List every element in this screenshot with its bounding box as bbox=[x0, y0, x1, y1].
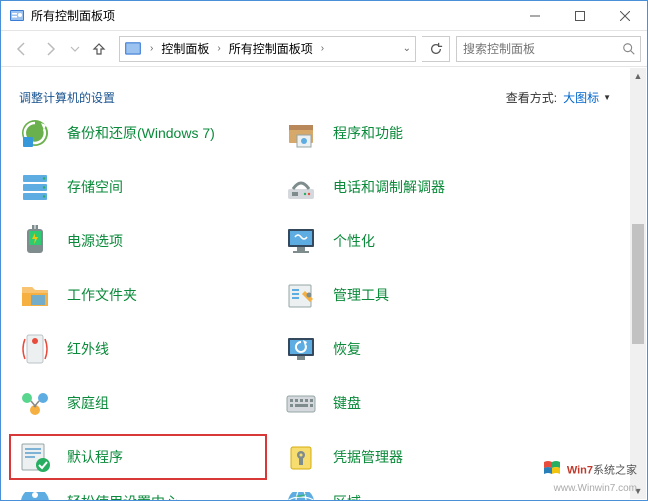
back-button[interactable] bbox=[7, 35, 35, 63]
breadcrumb-dropdown-icon[interactable]: ⌄ bbox=[403, 43, 411, 54]
item-label: 轻松使用设置中心 bbox=[67, 492, 179, 500]
control-panel-item[interactable]: 红外线 bbox=[13, 330, 263, 368]
search-input[interactable] bbox=[463, 37, 618, 61]
search-icon bbox=[622, 42, 636, 59]
minimize-button[interactable] bbox=[512, 1, 557, 30]
page-title: 调整计算机的设置 bbox=[19, 89, 506, 106]
control-panel-item[interactable]: 电话和调制解调器 bbox=[279, 168, 529, 206]
control-panel-item[interactable]: 个性化 bbox=[279, 222, 529, 260]
item-label: 区域 bbox=[333, 492, 361, 500]
default-programs-icon bbox=[17, 439, 53, 475]
forward-button[interactable] bbox=[37, 35, 65, 63]
control-panel-item[interactable]: 恢复 bbox=[279, 330, 529, 368]
item-label: 工作文件夹 bbox=[67, 285, 137, 305]
recent-dropdown[interactable] bbox=[67, 35, 83, 63]
control-panel-icon bbox=[9, 8, 25, 24]
breadcrumb-item[interactable]: 控制面板 bbox=[159, 40, 211, 57]
control-panel-item[interactable]: 区域 bbox=[279, 492, 529, 500]
control-panel-item[interactable]: 电源选项 bbox=[13, 222, 263, 260]
programs-features-icon bbox=[283, 115, 319, 151]
power-options-icon bbox=[17, 223, 53, 259]
search-box[interactable] bbox=[456, 36, 641, 62]
backup-restore-icon bbox=[17, 115, 53, 151]
scrollbar[interactable]: ▲ ▼ bbox=[630, 68, 646, 499]
item-label: 凭据管理器 bbox=[333, 447, 403, 467]
item-label: 个性化 bbox=[333, 231, 375, 251]
nav-bar: › 控制面板 › 所有控制面板项 › ⌄ bbox=[1, 31, 647, 67]
scroll-track[interactable] bbox=[630, 84, 646, 483]
item-label: 程序和功能 bbox=[333, 123, 403, 143]
breadcrumb[interactable]: › 控制面板 › 所有控制面板项 › ⌄ bbox=[119, 36, 416, 62]
scroll-up-button[interactable]: ▲ bbox=[630, 68, 646, 84]
control-panel-item[interactable]: 默认程序 bbox=[13, 438, 263, 476]
control-panel-item[interactable]: 键盘 bbox=[279, 384, 529, 422]
phone-modem-icon bbox=[283, 169, 319, 205]
control-panel-item[interactable]: 管理工具 bbox=[279, 276, 529, 314]
admin-tools-icon bbox=[283, 277, 319, 313]
breadcrumb-item[interactable]: 所有控制面板项 bbox=[227, 40, 315, 57]
work-folders-icon bbox=[17, 277, 53, 313]
refresh-button[interactable] bbox=[422, 36, 450, 62]
window-title: 所有控制面板项 bbox=[31, 7, 512, 24]
control-panel-item[interactable]: 家庭组 bbox=[13, 384, 263, 422]
item-label: 电话和调制解调器 bbox=[333, 177, 445, 197]
item-label: 存储空间 bbox=[67, 177, 123, 197]
ease-of-access-icon bbox=[17, 492, 53, 500]
recovery-icon bbox=[283, 331, 319, 367]
control-panel-item[interactable]: 备份和还原(Windows 7) bbox=[13, 114, 263, 152]
view-by-selector[interactable]: 大图标 ▼ bbox=[563, 89, 611, 106]
control-panel-item[interactable]: 程序和功能 bbox=[279, 114, 529, 152]
chevron-right-icon[interactable]: › bbox=[144, 43, 159, 54]
keyboard-icon bbox=[283, 385, 319, 421]
control-panel-item[interactable]: 凭据管理器 bbox=[279, 438, 529, 476]
chevron-right-icon[interactable]: › bbox=[211, 43, 226, 54]
item-label: 恢复 bbox=[333, 339, 361, 359]
control-panel-icon bbox=[124, 40, 142, 58]
infrared-icon bbox=[17, 331, 53, 367]
scroll-down-button[interactable]: ▼ bbox=[630, 483, 646, 499]
maximize-button[interactable] bbox=[557, 1, 602, 30]
view-by-label: 查看方式: bbox=[506, 89, 557, 106]
title-bar: 所有控制面板项 bbox=[1, 1, 647, 31]
scroll-thumb[interactable] bbox=[632, 224, 644, 344]
control-panel-item[interactable]: 存储空间 bbox=[13, 168, 263, 206]
control-panel-item[interactable]: 工作文件夹 bbox=[13, 276, 263, 314]
storage-spaces-icon bbox=[17, 169, 53, 205]
chevron-down-icon: ▼ bbox=[603, 93, 611, 102]
control-panel-item[interactable]: 轻松使用设置中心 bbox=[13, 492, 263, 500]
credential-manager-icon bbox=[283, 439, 319, 475]
homegroup-icon bbox=[17, 385, 53, 421]
up-button[interactable] bbox=[85, 35, 113, 63]
chevron-right-icon[interactable]: › bbox=[315, 43, 330, 54]
close-button[interactable] bbox=[602, 1, 647, 30]
region-icon bbox=[283, 492, 319, 500]
view-by-value: 大图标 bbox=[563, 89, 599, 106]
item-label: 红外线 bbox=[67, 339, 109, 359]
item-label: 键盘 bbox=[333, 393, 361, 413]
personalization-icon bbox=[283, 223, 319, 259]
item-label: 备份和还原(Windows 7) bbox=[67, 123, 215, 143]
item-label: 管理工具 bbox=[333, 285, 389, 305]
content-area: 备份和还原(Windows 7) 程序和功能存储空间 电话和调制解调器电源选项 个性化… bbox=[1, 106, 630, 500]
item-label: 默认程序 bbox=[67, 447, 123, 467]
item-label: 家庭组 bbox=[67, 393, 109, 413]
item-label: 电源选项 bbox=[67, 231, 123, 251]
